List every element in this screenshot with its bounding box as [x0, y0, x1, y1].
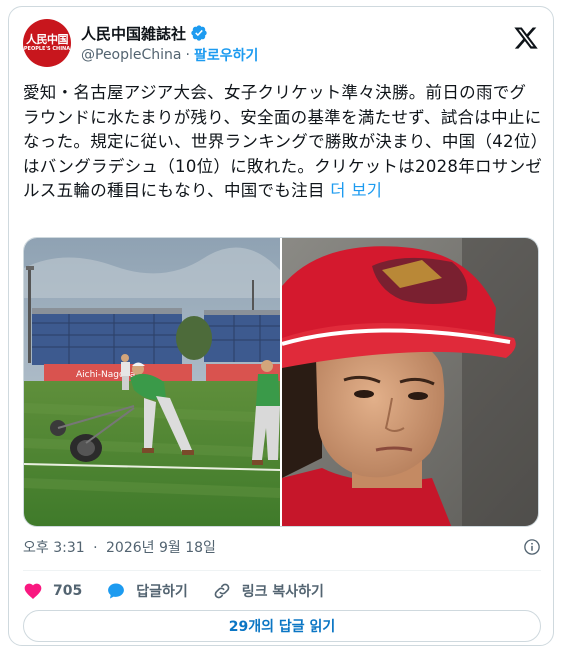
copy-link-label: 링크 복사하기	[241, 584, 324, 600]
x-logo-icon[interactable]	[513, 25, 539, 51]
tweet-timestamp: 오후 3:31 · 2026년 9월 18일	[23, 537, 541, 559]
info-icon[interactable]	[523, 538, 541, 556]
tweet-actions: 705 답글하기 링크 복사하기	[23, 577, 541, 605]
like-button[interactable]: 705	[23, 581, 82, 601]
tweet-header: 人民中国 PEOPLE'S CHINA 人民中国雑誌社 @PeopleChina…	[23, 19, 541, 71]
tweet-media[interactable]: Aichi-Nagoya	[23, 237, 539, 527]
reply-label: 답글하기	[136, 584, 188, 600]
tweet-time[interactable]: 오후 3:31	[23, 540, 85, 556]
tweet-card: 人民中国 PEOPLE'S CHINA 人民中国雑誌社 @PeopleChina…	[8, 6, 554, 646]
avatar-logo-subtext: PEOPLE'S CHINA	[23, 46, 71, 52]
photo-groundskeepers[interactable]: Aichi-Nagoya	[24, 238, 281, 526]
display-name[interactable]: 人民中国雑誌社	[81, 23, 186, 44]
account-handle[interactable]: @PeopleChina	[81, 47, 182, 63]
show-more-link[interactable]: 더 보기	[330, 181, 382, 200]
link-icon	[214, 583, 230, 599]
verified-badge-icon	[191, 25, 207, 41]
speech-bubble-icon	[108, 583, 125, 599]
tweet-date[interactable]: 2026년 9월 18일	[106, 540, 216, 556]
account-names: 人民中国雑誌社 @PeopleChina · 팔로우하기	[81, 23, 258, 65]
separator-dot: ·	[185, 47, 190, 63]
heart-icon	[24, 583, 42, 599]
reply-button[interactable]: 답글하기	[106, 581, 188, 601]
follow-button[interactable]: 팔로우하기	[194, 45, 258, 65]
groundskeepers-image: Aichi-Nagoya	[24, 238, 281, 526]
copy-link-button[interactable]: 링크 복사하기	[212, 581, 324, 601]
tweet-body: 愛知・名古屋アジア大会、女子クリケット準々決勝。前日の雨でグラウンドに水たまりが…	[23, 83, 543, 200]
separator-dot: ·	[93, 540, 98, 556]
avatar[interactable]: 人民中国 PEOPLE'S CHINA	[23, 19, 71, 67]
tweet-text: 愛知・名古屋アジア大会、女子クリケット準々決勝。前日の雨でグラウンドに水たまりが…	[23, 81, 543, 204]
player-closeup-image	[281, 238, 538, 526]
photo-player-closeup[interactable]	[281, 238, 538, 526]
read-replies-button[interactable]: 29개의 답글 읽기	[23, 610, 541, 642]
avatar-logo-text: 人民中国	[26, 33, 69, 46]
divider	[23, 570, 541, 571]
like-count: 705	[53, 583, 83, 599]
